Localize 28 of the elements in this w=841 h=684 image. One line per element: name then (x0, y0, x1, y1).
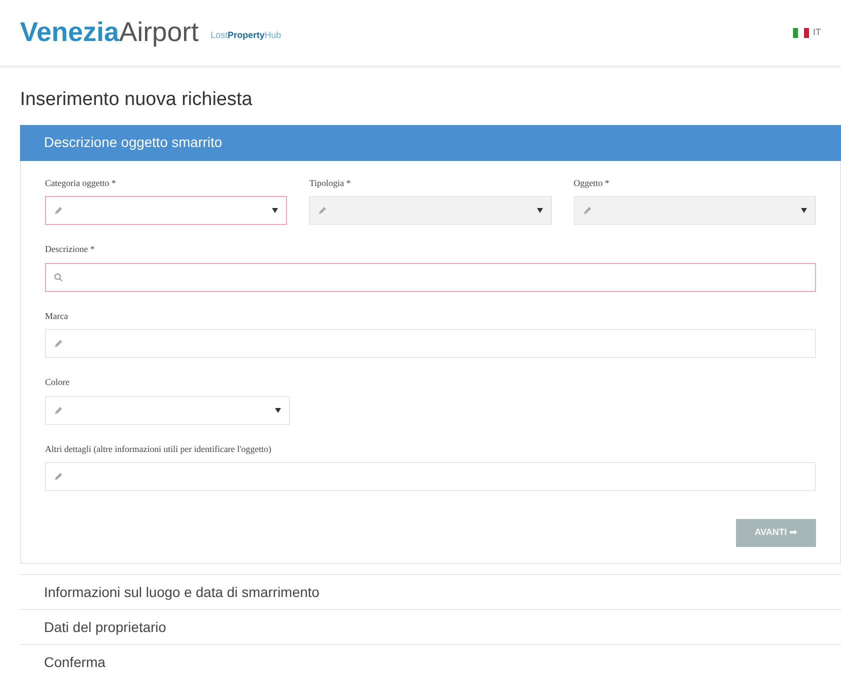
field-label: Marca (45, 310, 69, 322)
italy-flag-icon (793, 28, 809, 38)
language-selector[interactable]: IT (793, 26, 821, 40)
tagline: LostPropertyHub (210, 28, 282, 42)
pencil-icon (54, 206, 63, 215)
field-label: Categoria oggetto * (45, 176, 117, 190)
field-label: Oggetto * (574, 176, 610, 190)
caret-icon (536, 208, 543, 213)
dropdown-field[interactable] (45, 196, 288, 225)
page-title: Inserimento nuova richiesta (19, 88, 254, 112)
logo[interactable]: VeneziaAirport (20, 19, 199, 46)
pencil-icon (54, 339, 63, 348)
section-header[interactable]: Informazioni sul luogo e data di smarrimento (20, 574, 841, 609)
section-header[interactable]: Conferma (20, 644, 841, 679)
search-icon (54, 272, 63, 282)
pencil-icon (582, 206, 592, 215)
pencil-icon (54, 406, 63, 414)
field-label: Tipologia * (309, 176, 352, 190)
field-label: Altri dettagli (altre informazioni utili per identificare l'oggetto) (45, 442, 272, 456)
caret-icon (272, 208, 278, 213)
caret-icon (275, 408, 281, 412)
caret-icon (800, 208, 807, 213)
field-label: Descrizione * (45, 243, 96, 256)
field-label: Colore (45, 376, 70, 389)
input-field[interactable] (45, 262, 816, 292)
pencil-icon (318, 206, 328, 215)
section-header[interactable]: Dati del proprietario (20, 609, 841, 644)
pencil-icon (54, 472, 63, 481)
